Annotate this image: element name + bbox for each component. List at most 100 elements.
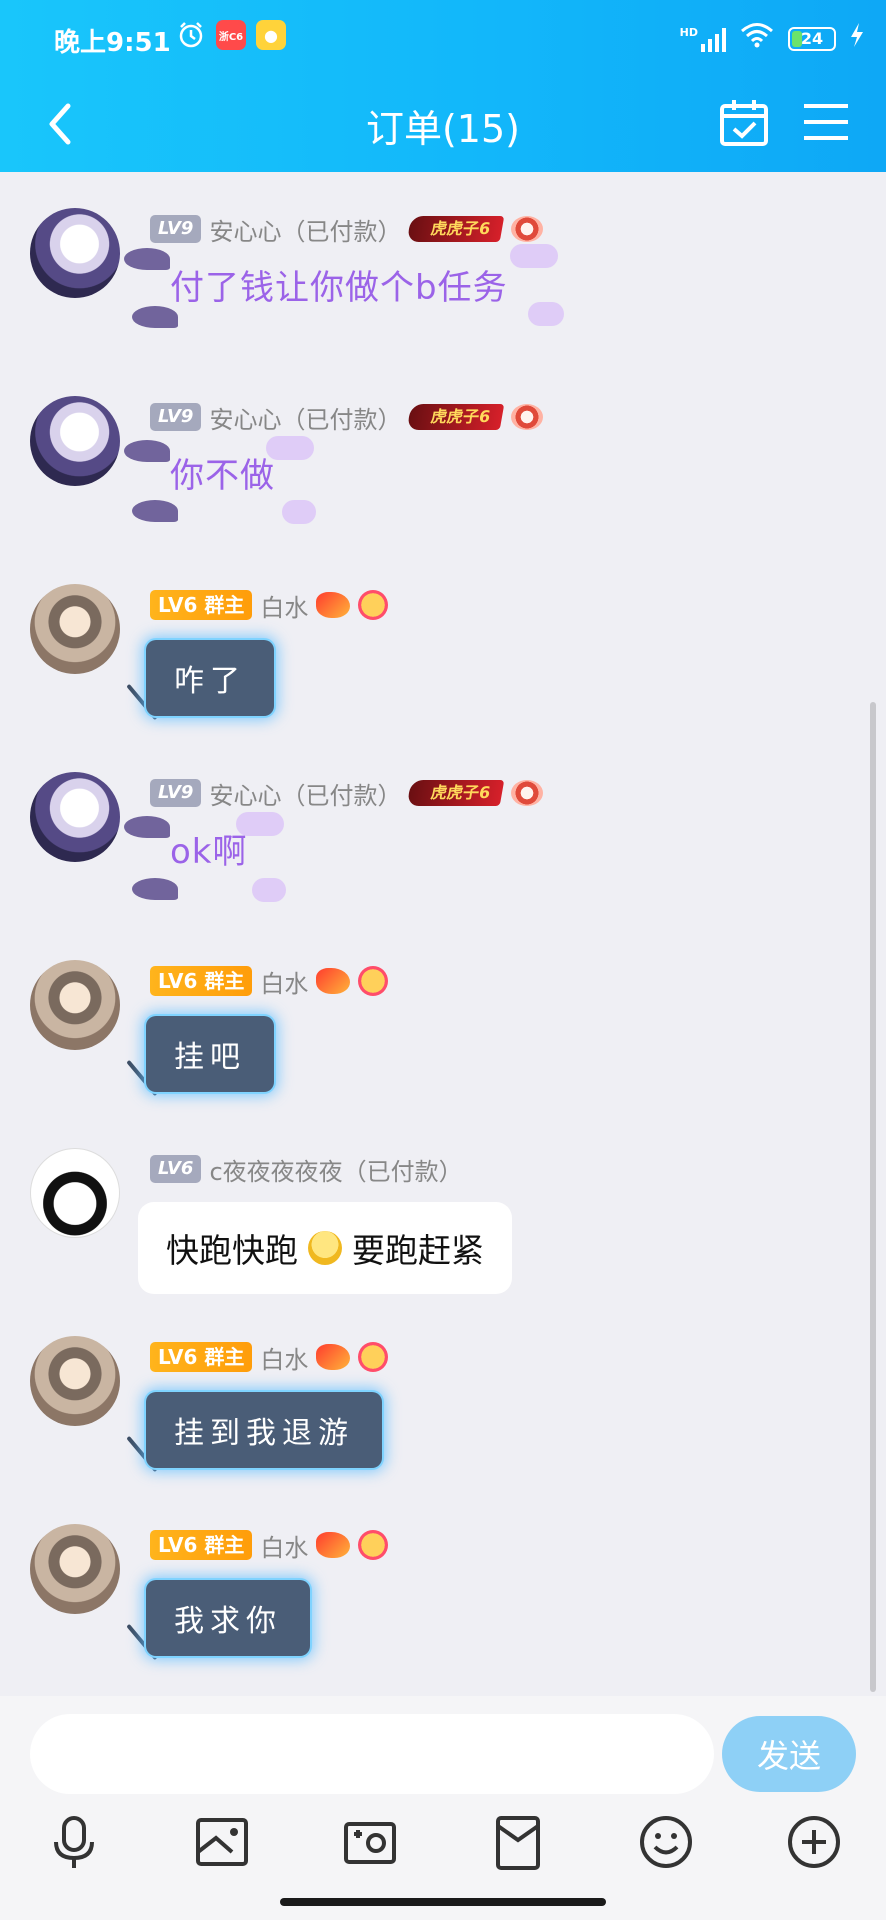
calendar-button[interactable]	[716, 92, 772, 152]
smile-badge-icon	[358, 1342, 389, 1372]
bat-wing-decoration	[132, 306, 178, 328]
camera-icon[interactable]	[340, 1812, 400, 1872]
level-label: LV6	[158, 1345, 198, 1369]
composer-bar: 发送	[0, 1696, 886, 1920]
sender-name[interactable]: 白水	[260, 588, 308, 623]
fire-badge-icon	[316, 1344, 351, 1370]
chat-message: LV6 群主 白水 咋了	[0, 584, 886, 734]
message-bubble[interactable]: 挂到我退游	[146, 1392, 382, 1468]
fire-badge-icon	[316, 592, 351, 618]
chat-message: LV9 安心心（已付款） 虎虎子6 付了钱让你做个b任务	[0, 208, 886, 358]
chat-message: LV9 安心心（已付款） 虎虎子6 你不做	[0, 396, 886, 546]
level-badge: LV6	[150, 1155, 202, 1183]
title-badge: 虎虎子6	[407, 404, 505, 430]
avatar[interactable]	[30, 1336, 120, 1426]
avatar[interactable]	[30, 960, 120, 1050]
message-bubble[interactable]: 咋了	[146, 640, 274, 716]
level-badge: LV9	[150, 215, 202, 243]
app-notification-icon: 浙C6	[216, 20, 246, 50]
avatar[interactable]	[30, 208, 120, 298]
lion-badge-icon	[510, 216, 543, 242]
sender-name[interactable]: 白水	[260, 1528, 308, 1563]
bat-wing-decoration	[132, 500, 178, 522]
message-text-part: 快跑快跑	[166, 1231, 298, 1270]
title-badge: 虎虎子6	[407, 780, 505, 806]
lion-badge-icon	[510, 780, 543, 806]
message-bubble[interactable]: 我求你	[146, 1580, 310, 1656]
owner-badge: LV6 群主	[150, 1530, 253, 1560]
chat-message: LV6 c夜夜夜夜夜（已付款） 快跑快跑 要跑赶紧	[0, 1148, 886, 1308]
sender-name[interactable]: 安心心（已付款）	[209, 212, 401, 247]
composer-toolbar	[0, 1812, 886, 1882]
smile-badge-icon	[358, 1530, 389, 1560]
chat-message: LV9 安心心（已付款） 虎虎子6 ok啊	[0, 772, 886, 922]
microphone-icon[interactable]	[44, 1812, 104, 1872]
bat-wing-decoration	[124, 816, 170, 838]
chat-message-list[interactable]: LV9 安心心（已付款） 虎虎子6 付了钱让你做个b任务 LV9 安心心（已付款…	[0, 172, 886, 1696]
level-badge: LV9	[150, 403, 202, 431]
avatar[interactable]	[30, 1524, 120, 1614]
sender-name[interactable]: c夜夜夜夜夜（已付款）	[209, 1152, 462, 1187]
smile-badge-icon	[358, 966, 389, 996]
role-label: 群主	[204, 593, 245, 617]
sender-line: LV6 群主 白水	[150, 1340, 389, 1375]
cloud-decoration	[282, 500, 316, 524]
menu-button[interactable]	[798, 92, 854, 152]
fire-badge-icon	[316, 1532, 351, 1558]
message-bubble[interactable]: 挂吧	[146, 1016, 274, 1092]
home-indicator[interactable]	[280, 1898, 606, 1906]
chat-message: LV6 群主 白水 我求你	[0, 1524, 886, 1674]
sender-line: LV6 群主 白水	[150, 588, 389, 623]
owner-badge: LV6 群主	[150, 966, 253, 996]
message-bubble[interactable]: 快跑快跑 要跑赶紧	[138, 1202, 512, 1294]
message-text-part: 要跑赶紧	[352, 1231, 484, 1270]
wifi-icon	[740, 22, 774, 55]
top-bar: 晚上9:51 浙C6 ● HD 24 订单(15)	[0, 0, 886, 172]
hd-label: HD	[679, 25, 698, 39]
bat-wing-decoration	[124, 248, 170, 270]
sender-line: LV6 c夜夜夜夜夜（已付款）	[150, 1152, 463, 1186]
avatar[interactable]	[30, 584, 120, 674]
sender-line: LV6 群主 白水	[150, 1528, 389, 1563]
sender-line: LV9 安心心（已付款） 虎虎子6	[150, 212, 543, 246]
status-notification-icons: 浙C6 ●	[176, 20, 286, 50]
chat-header: 订单(15)	[0, 80, 886, 172]
message-text[interactable]: 你不做	[170, 448, 275, 497]
sender-name[interactable]: 白水	[260, 1340, 308, 1375]
chat-message: LV6 群主 白水 挂到我退游	[0, 1336, 886, 1486]
charging-icon	[850, 23, 864, 54]
hamburger-menu-icon	[804, 104, 848, 140]
battery-icon: 24	[788, 26, 836, 51]
message-text[interactable]: 付了钱让你做个b任务	[170, 260, 508, 309]
sender-line: LV6 群主 白水	[150, 964, 389, 999]
sender-name[interactable]: 安心心（已付款）	[209, 776, 401, 811]
sender-name[interactable]: 白水	[260, 964, 308, 999]
plus-icon[interactable]	[784, 1812, 844, 1872]
smile-badge-icon	[358, 590, 389, 620]
sender-name[interactable]: 安心心（已付款）	[209, 400, 401, 435]
level-label: LV6	[158, 969, 198, 993]
image-icon[interactable]	[192, 1812, 252, 1872]
status-time: 晚上9:51	[54, 28, 171, 58]
role-label: 群主	[204, 1533, 245, 1557]
level-label: LV6	[158, 1533, 198, 1557]
status-right: HD 24	[680, 22, 864, 55]
message-text[interactable]: ok啊	[170, 824, 248, 873]
bat-wing-decoration	[124, 440, 170, 462]
owner-badge: LV6 群主	[150, 590, 253, 620]
level-badge: LV9	[150, 779, 202, 807]
emoji-icon[interactable]	[636, 1812, 696, 1872]
status-bar: 晚上9:51 浙C6 ● HD 24	[0, 0, 886, 80]
alarm-clock-icon	[176, 20, 206, 50]
avatar[interactable]	[30, 772, 120, 862]
red-packet-icon[interactable]	[488, 1812, 548, 1872]
send-button[interactable]: 发送	[722, 1716, 856, 1792]
role-label: 群主	[204, 1345, 245, 1369]
avatar[interactable]	[30, 396, 120, 486]
cloud-decoration	[528, 302, 564, 326]
message-input[interactable]	[30, 1714, 714, 1794]
avatar[interactable]	[30, 1148, 120, 1238]
calendar-check-icon	[720, 100, 768, 146]
signal-icon: HD	[680, 26, 726, 52]
owner-badge: LV6 群主	[150, 1342, 253, 1372]
